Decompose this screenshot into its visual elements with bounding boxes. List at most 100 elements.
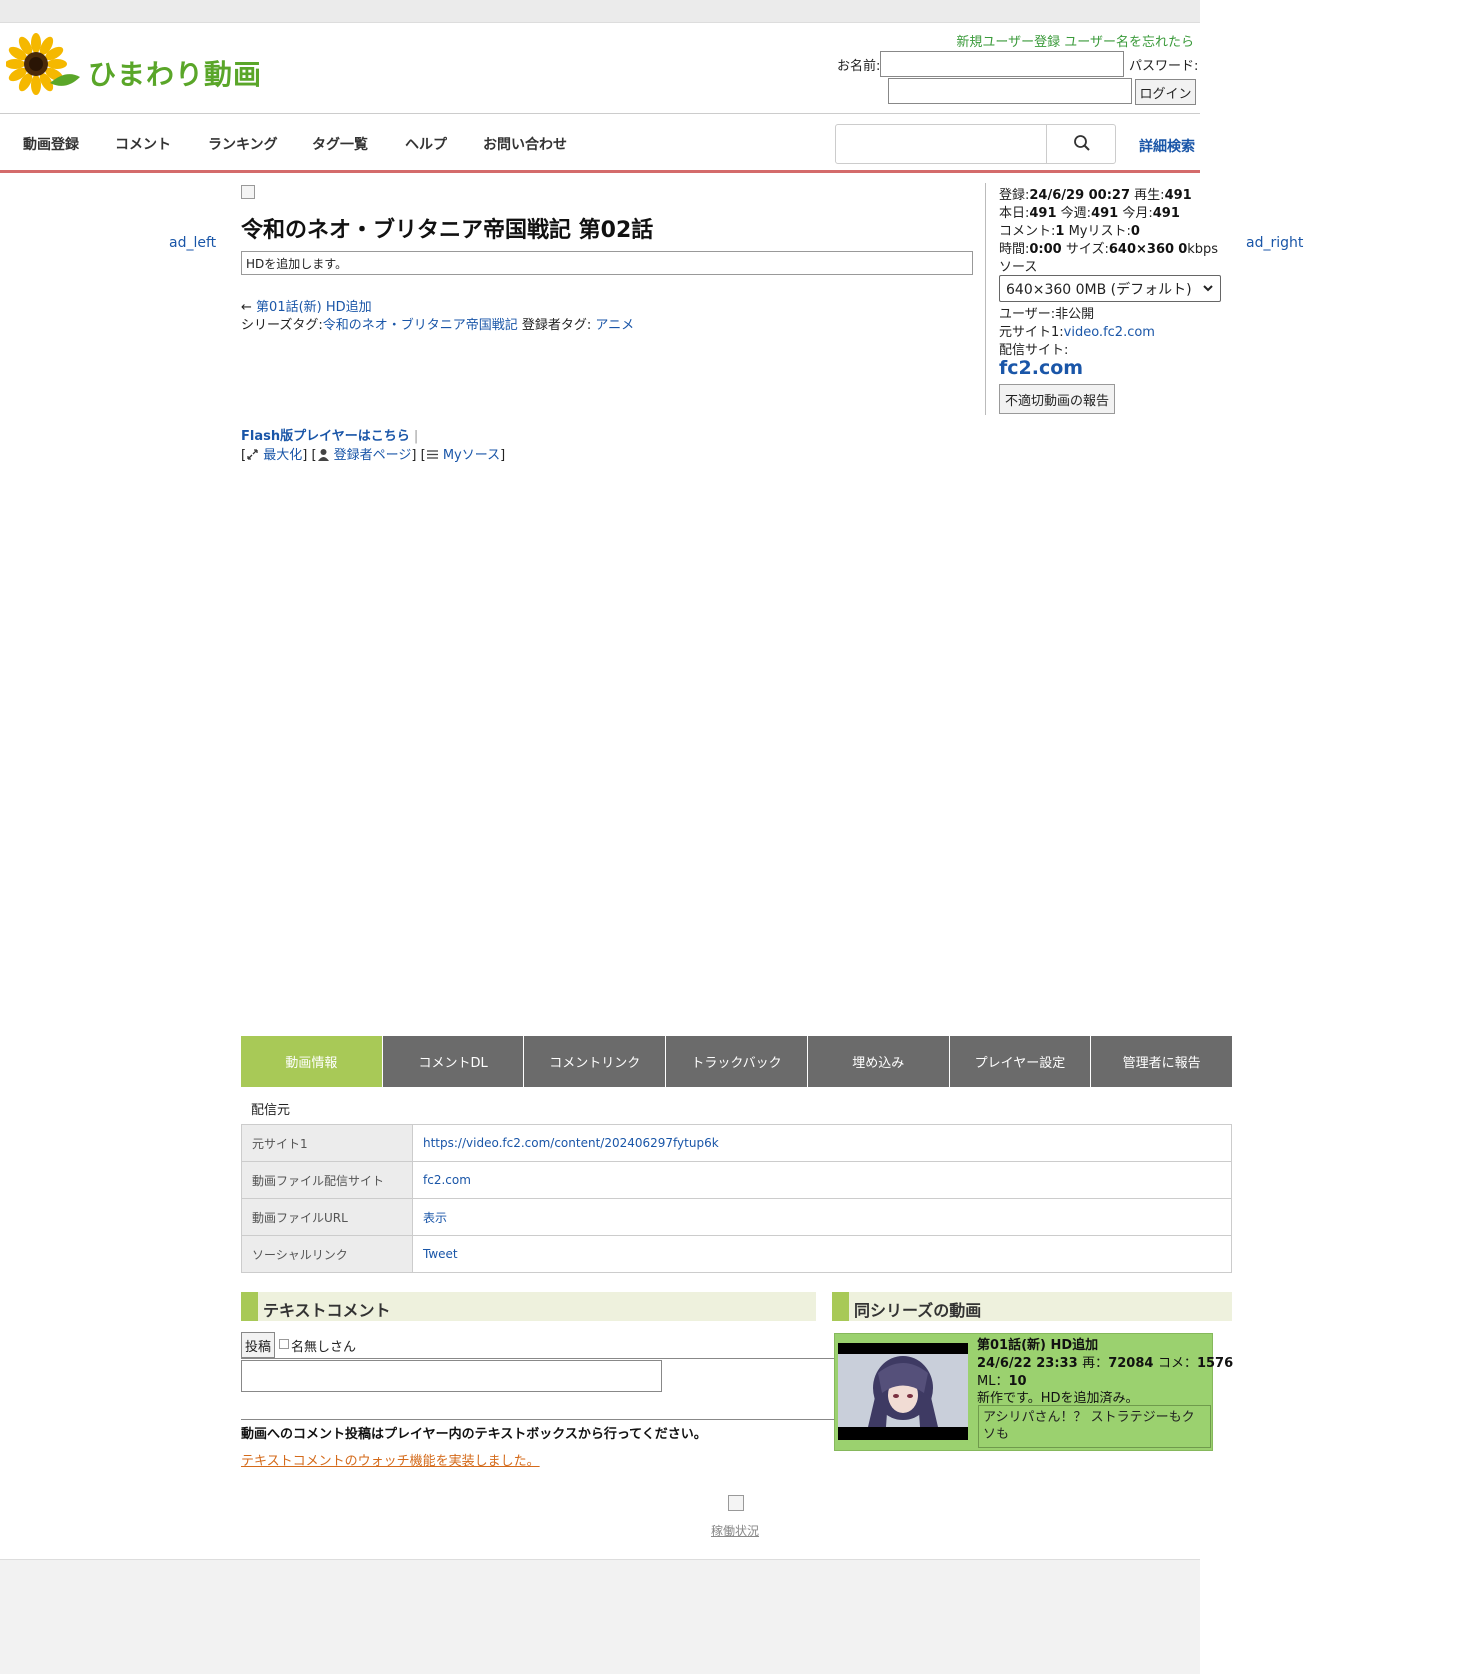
sunflower-icon xyxy=(6,33,80,95)
ad-right-alt: ad_right xyxy=(1246,235,1304,251)
size-value: 640×360 xyxy=(1108,242,1175,257)
uploader-page-link[interactable]: 登録者ページ xyxy=(334,448,412,463)
maximize-link[interactable]: 最大化 xyxy=(263,448,302,463)
watch-feature-link[interactable]: テキストコメントのウォッチ機能を実装しました。 xyxy=(241,1450,540,1469)
series-tag-link[interactable]: 令和のネオ・ブリタニア帝国戦記 xyxy=(323,318,518,333)
login-button[interactable]: ログイン xyxy=(1135,79,1196,105)
origin-url-link[interactable]: https://video.fc2.com/content/202406297f… xyxy=(412,1124,1232,1162)
distribution-label: 配信元 xyxy=(251,1103,291,1118)
ad-left[interactable]: ad_left xyxy=(169,235,216,251)
tab-player-settings[interactable]: プレイヤー設定 xyxy=(949,1036,1092,1087)
post-comment-button[interactable]: 投稿 xyxy=(241,1332,275,1358)
account-links: 新規ユーザー登録 ユーザー名を忘れたら xyxy=(956,31,1194,50)
series-item-title[interactable]: 第01話(新) HD追加 xyxy=(977,1334,1098,1353)
status-link[interactable]: 稼働状況 xyxy=(711,1522,759,1539)
broken-image-icon xyxy=(241,185,255,199)
ad-right[interactable]: ad_right xyxy=(1246,235,1303,251)
row-key: 動画ファイルURL xyxy=(241,1198,413,1236)
search-divider xyxy=(1046,125,1047,163)
week-value: 491 xyxy=(1091,206,1119,221)
show-file-url-link[interactable]: 表示 xyxy=(412,1198,1232,1236)
origin-link[interactable]: video.fc2.com xyxy=(1064,325,1155,340)
nav-item-ranking[interactable]: ランキング xyxy=(208,134,278,154)
flash-player-link[interactable]: Flash版プレイヤーはこちら xyxy=(241,429,410,444)
anonymous-label: 名無しさん xyxy=(291,1340,357,1355)
logo-text: ひまわり動画 xyxy=(88,58,263,91)
series-item-comments-label: コメ： xyxy=(1157,1356,1197,1371)
text-comment-header: テキストコメント xyxy=(241,1292,816,1321)
site-logo[interactable]: ひまわり動画 xyxy=(6,33,261,95)
comment-input[interactable] xyxy=(241,1360,662,1392)
nav-item-upload[interactable]: 動画登録 xyxy=(23,134,79,154)
side-period-counts: 本日:491 今週:491 今月:491 xyxy=(999,202,1180,221)
forgot-username-link[interactable]: ユーザー名を忘れたら xyxy=(1064,35,1194,50)
today-value: 491 xyxy=(1029,206,1057,221)
table-row: 動画ファイル配信サイト fc2.com xyxy=(241,1161,1232,1199)
tab-trackback[interactable]: トラックバック xyxy=(666,1036,808,1087)
chevron-down-icon xyxy=(1203,285,1213,292)
password-input[interactable] xyxy=(888,78,1132,104)
name-label: お名前: xyxy=(837,59,881,74)
register-link[interactable]: 新規ユーザー登録 xyxy=(956,35,1060,50)
source-select[interactable]: 640×360 0MB (デフォルト) xyxy=(999,275,1221,302)
plays-label: 再生: xyxy=(1134,188,1165,203)
anonymous-checkbox[interactable] xyxy=(279,1339,289,1349)
distribution-table: 元サイト1 https://video.fc2.com/content/2024… xyxy=(241,1124,1232,1273)
series-item-date: 24/6/22 23:33 xyxy=(977,1356,1078,1371)
prev-arrow: ← xyxy=(241,300,252,315)
name-input[interactable] xyxy=(880,51,1124,77)
row-key: 元サイト1 xyxy=(241,1124,413,1162)
series-item-desc: 新作です。HDを追加済み。 xyxy=(977,1391,1139,1406)
nav-item-comments[interactable]: コメント xyxy=(115,134,171,154)
user-label: ユーザー: xyxy=(999,307,1056,322)
uploader-tag-label: 登録者タグ: xyxy=(521,318,592,333)
tags-line: シリーズタグ:令和のネオ・ブリタニア帝国戦記 登録者タグ: アニメ xyxy=(241,314,634,333)
time-value: 0:00 xyxy=(1029,242,1062,257)
series-item-stats: 24/6/22 23:33 再：72084 コメ：1576 xyxy=(977,1352,1233,1371)
side-divider xyxy=(985,183,986,415)
series-thumbnail[interactable] xyxy=(838,1343,968,1440)
report-video-button[interactable]: 不適切動画の報告 xyxy=(999,384,1115,414)
tab-comment-link[interactable]: コメントリンク xyxy=(524,1036,667,1087)
uploader-tag-link[interactable]: アニメ xyxy=(595,318,634,333)
nav-item-tags[interactable]: タグ一覧 xyxy=(312,134,368,154)
comment-note: 動画へのコメント投稿はプレイヤー内のテキストボックスから行ってください。 xyxy=(241,1427,707,1442)
comments-label: コメント: xyxy=(999,224,1056,239)
mylist-value: 0 xyxy=(1130,224,1140,239)
top-strip xyxy=(0,0,1200,23)
tweet-link[interactable]: Tweet xyxy=(412,1235,1232,1273)
prev-episode-link[interactable]: 第01話(新) HD追加 xyxy=(256,300,372,315)
series-tag-label: シリーズタグ: xyxy=(241,318,323,333)
delivery-site-table-link[interactable]: fc2.com xyxy=(412,1161,1232,1199)
series-item-plays-label: 再： xyxy=(1082,1356,1109,1371)
month-label: 今月: xyxy=(1122,206,1153,221)
user-value: 非公開 xyxy=(1055,307,1095,322)
tab-report-admin[interactable]: 管理者に報告 xyxy=(1091,1036,1233,1087)
my-source-link[interactable]: Myソース xyxy=(443,448,500,463)
mylist-label: Myリスト: xyxy=(1068,224,1131,239)
flash-separator: | xyxy=(413,429,419,444)
page-footer xyxy=(0,1559,1200,1674)
user-icon xyxy=(317,449,329,461)
tab-embed[interactable]: 埋め込み xyxy=(807,1036,950,1087)
week-label: 今週: xyxy=(1060,206,1092,221)
section-bar xyxy=(832,1292,849,1321)
video-title: 令和のネオ・ブリタニア帝国戦記 第02話 xyxy=(241,218,654,243)
source-label: ソース xyxy=(999,260,1038,275)
delivery-label: 配信サイト: xyxy=(999,343,1069,358)
advanced-search-link[interactable]: 詳細検索 xyxy=(1139,136,1195,156)
table-row: 元サイト1 https://video.fc2.com/content/2024… xyxy=(241,1124,1232,1162)
text-comment-title: テキストコメント xyxy=(263,1301,391,1320)
ad-left-alt: ad_left xyxy=(169,235,217,251)
tab-comment-dl[interactable]: コメントDL xyxy=(382,1036,525,1087)
delivery-site-link[interactable]: fc2.com xyxy=(999,357,1083,379)
video-description: HDを追加します。 xyxy=(241,251,973,275)
table-row: ソーシャルリンク Tweet xyxy=(241,1235,1232,1273)
tab-video-info[interactable]: 動画情報 xyxy=(241,1036,383,1087)
nav-item-help[interactable]: ヘルプ xyxy=(405,134,447,154)
info-tabs: 動画情報 コメントDL コメントリンク トラックバック 埋め込み プレイヤー設定… xyxy=(241,1036,1233,1087)
search-button[interactable] xyxy=(1073,134,1093,154)
site-header: ひまわり動画 新規ユーザー登録 ユーザー名を忘れたら お名前: パスワード: ロ… xyxy=(0,23,1200,114)
nav-item-contact[interactable]: お問い合わせ xyxy=(483,134,567,154)
source-selected: 640×360 0MB (デフォルト) xyxy=(1006,282,1192,298)
